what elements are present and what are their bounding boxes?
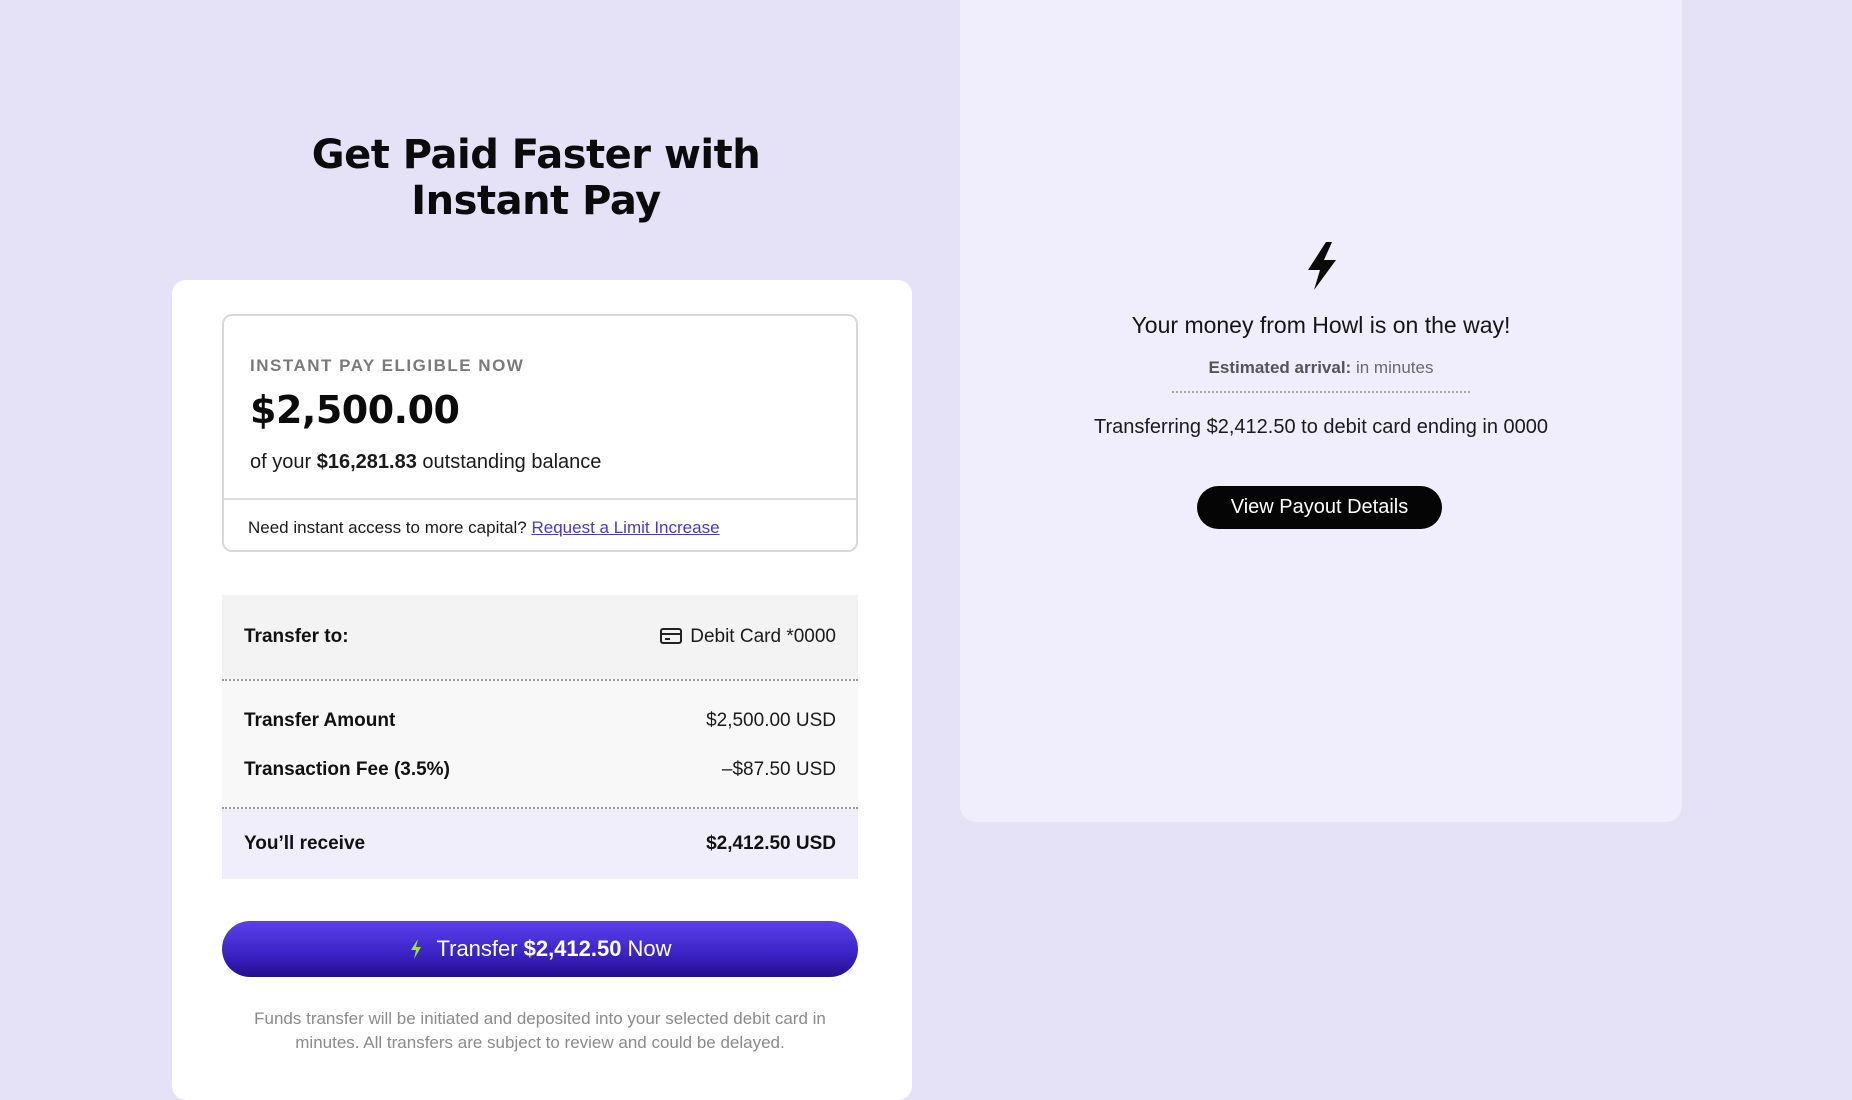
transaction-fee-label: Transaction Fee (3.5%) bbox=[244, 759, 450, 780]
transfer-button-prefix: Transfer bbox=[436, 936, 518, 961]
transfer-to-label: Transfer to: bbox=[244, 626, 349, 647]
receive-label: You’ll receive bbox=[244, 833, 366, 854]
transfer-button-amount: $2,412.50 bbox=[523, 936, 622, 961]
outstanding-balance-text: of your $16,281.83 outstanding balance bbox=[250, 451, 601, 474]
page-headline: Get Paid Faster with Instant Pay bbox=[186, 132, 886, 224]
eligible-label: INSTANT PAY ELIGIBLE NOW bbox=[250, 356, 525, 375]
headline-line-2: Instant Pay bbox=[411, 178, 661, 224]
transfer-to-row[interactable]: Transfer to: Debit Card *0000 bbox=[222, 595, 858, 679]
credit-card-icon bbox=[660, 628, 683, 644]
amounts-block: Transfer Amount $2,500.00 USD Transactio… bbox=[222, 681, 858, 807]
arrival-divider bbox=[1172, 391, 1470, 393]
receive-value: $2,412.50 USD bbox=[706, 833, 836, 854]
arrival-value: in minutes bbox=[1355, 358, 1434, 377]
transfer-disclaimer: Funds transfer will be initiated and dep… bbox=[254, 1009, 826, 1052]
headline-line-1: Get Paid Faster with bbox=[311, 132, 761, 178]
instant-pay-card: INSTANT PAY ELIGIBLE NOW $2,500.00 of yo… bbox=[172, 280, 912, 1100]
limit-increase-prompt: Need instant access to more capital? Req… bbox=[248, 518, 720, 538]
request-limit-increase-link[interactable]: Request a Limit Increase bbox=[532, 518, 720, 537]
transfer-now-button[interactable]: Transfer $2,412.50 Now bbox=[222, 921, 858, 977]
lightning-bolt-icon bbox=[410, 939, 421, 959]
receive-row: You’ll receive $2,412.50 USD bbox=[222, 809, 858, 879]
outstanding-balance-value: $16,281.83 bbox=[316, 451, 417, 473]
transfer-summary: Transfer to: Debit Card *0000 Transfer A… bbox=[222, 595, 858, 879]
lightning-bolt-icon bbox=[1308, 242, 1336, 290]
transfer-to-value: Debit Card *0000 bbox=[660, 626, 836, 648]
confirmation-panel: Your money from Howl is on the way! Esti… bbox=[960, 0, 1682, 822]
debit-card-label: Debit Card *0000 bbox=[690, 626, 836, 647]
transaction-fee-value: –$87.50 USD bbox=[721, 759, 836, 780]
estimated-arrival: Estimated arrival: in minutes bbox=[960, 358, 1682, 378]
eligible-amount: $2,500.00 bbox=[250, 388, 460, 432]
transfer-button-suffix: Now bbox=[627, 936, 672, 961]
eligible-divider bbox=[224, 498, 856, 500]
balance-suffix: outstanding balance bbox=[422, 451, 602, 473]
eligible-balance-box: INSTANT PAY ELIGIBLE NOW $2,500.00 of yo… bbox=[222, 314, 858, 552]
transfer-amount-value: $2,500.00 USD bbox=[706, 710, 836, 731]
balance-prefix: of your bbox=[250, 451, 312, 473]
transfer-amount-label: Transfer Amount bbox=[244, 710, 396, 731]
limit-increase-text: Need instant access to more capital? bbox=[248, 518, 527, 537]
transferring-text: Transferring $2,412.50 to debit card end… bbox=[1093, 416, 1548, 438]
arrival-label: Estimated arrival: bbox=[1208, 358, 1352, 377]
confirmation-title: Your money from Howl is on the way! bbox=[1131, 312, 1511, 338]
view-payout-details-button[interactable]: View Payout Details bbox=[1197, 486, 1442, 529]
